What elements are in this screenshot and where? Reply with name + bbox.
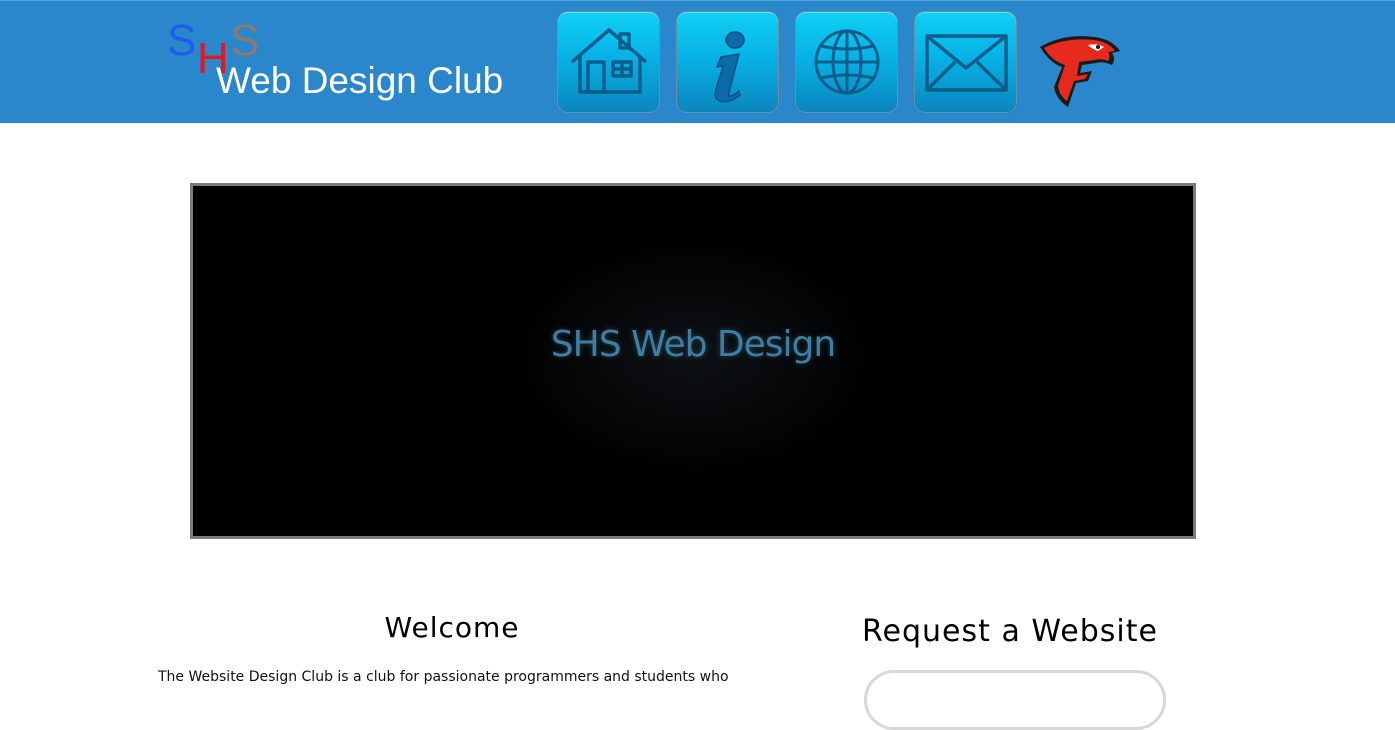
globe-icon	[814, 29, 880, 95]
nav-web-button[interactable]	[795, 11, 898, 113]
request-website-heading: Request a Website	[862, 614, 1158, 649]
hero-banner: SHS Web Design	[190, 183, 1196, 539]
info-icon	[714, 31, 745, 103]
nav-home-button[interactable]	[557, 11, 660, 113]
welcome-heading: Welcome	[384, 611, 520, 644]
banner-title: SHS Web Design	[550, 324, 836, 365]
nav-contact-button[interactable]	[914, 11, 1017, 113]
request-website-button[interactable]	[864, 670, 1166, 730]
site-header: S H S Web Design Club	[0, 0, 1395, 123]
falcon-logo-icon[interactable]	[1034, 29, 1122, 109]
home-icon	[570, 28, 648, 94]
logo-club-name: Web Design Club	[216, 60, 504, 101]
logo-letter-s: S	[167, 16, 197, 65]
logo-letter-s-second: S	[230, 16, 260, 65]
nav-about-button[interactable]	[676, 11, 779, 113]
mail-icon	[925, 34, 1008, 92]
welcome-paragraph: The Website Design Club is a club for pa…	[158, 669, 729, 685]
site-logo[interactable]: S H S Web Design Club	[160, 15, 520, 105]
